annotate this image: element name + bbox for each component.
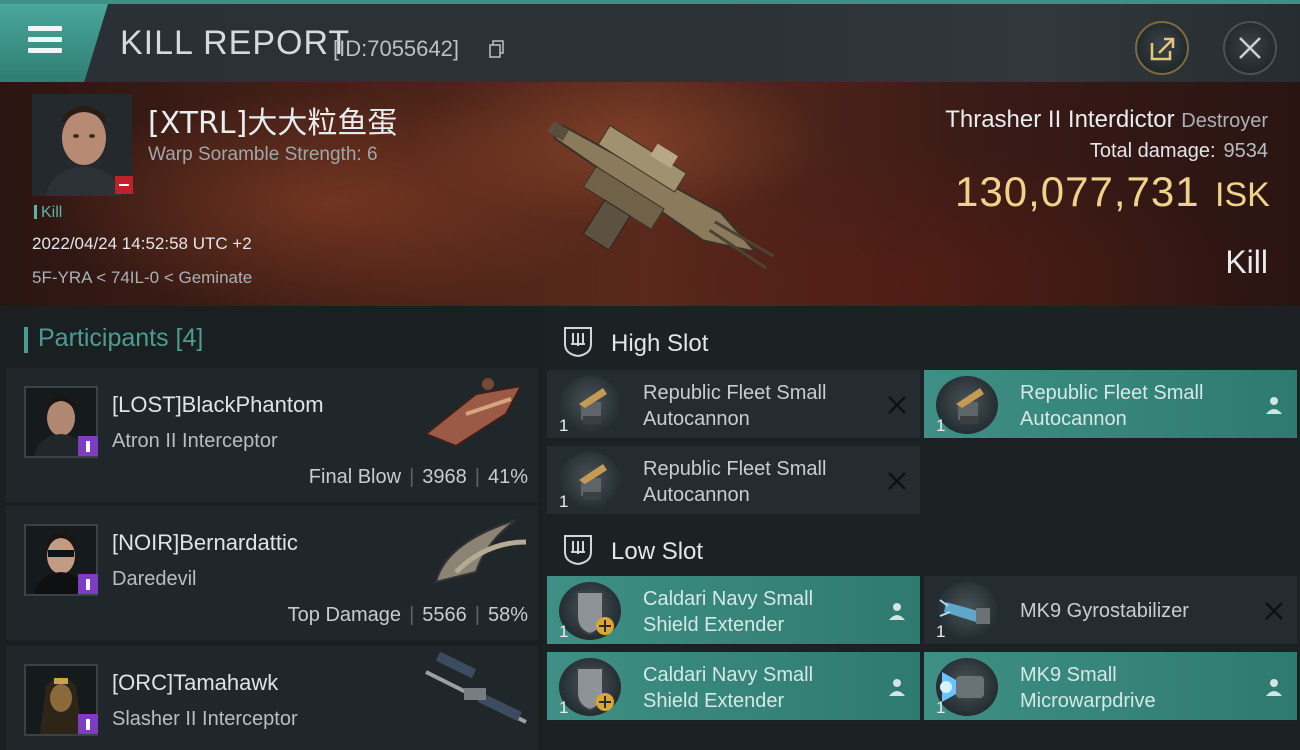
module-item[interactable]: 1 MK9 Gyrostabilizer xyxy=(924,576,1297,646)
module-name: MK9 Gyrostabilizer xyxy=(1020,600,1189,622)
participant-stats: Top Damage | 5566 | 58% xyxy=(287,604,528,626)
module-item[interactable]: 1 Republic Fleet Small Autocannon xyxy=(547,446,920,516)
close-button[interactable] xyxy=(1223,21,1277,75)
report-id: [ID:7055642] xyxy=(333,36,459,61)
low-slot-icon xyxy=(564,535,592,566)
info-badge-icon xyxy=(78,574,98,594)
low-slot-header: Low Slot xyxy=(561,532,703,566)
ship-class: Destroyer xyxy=(1181,110,1268,132)
destroyed-x-icon xyxy=(888,396,906,414)
high-slot-label: High Slot xyxy=(611,330,709,357)
page-title: KILL REPORT xyxy=(120,24,351,62)
participant-damage: 5566 xyxy=(422,604,467,626)
isk-unit: ISK xyxy=(1215,176,1270,214)
participant-card[interactable]: [ORC]Tamahawk Slasher II Interceptor xyxy=(6,646,538,750)
participant-ship: Atron II Interceptor xyxy=(112,430,278,452)
top-bar: KILL REPORT [ID:7055642] xyxy=(0,0,1300,82)
victim-ship-name[interactable]: Thrasher II Interdictor Destroyer xyxy=(945,106,1268,134)
total-damage-value: 9534 xyxy=(1223,140,1269,162)
participant-ship-image xyxy=(434,519,527,584)
victim-ship-image[interactable] xyxy=(520,90,790,300)
module-quantity: 1 xyxy=(559,622,569,641)
victim-status-badge xyxy=(115,176,133,194)
destroyed-x-icon xyxy=(1265,602,1283,620)
isk-value: 130,077,731 xyxy=(955,168,1200,215)
participant-damage: 3968 xyxy=(422,466,467,488)
menu-button[interactable] xyxy=(0,4,108,82)
participant-ship: Daredevil xyxy=(112,568,197,590)
module-item[interactable]: 1 Caldari Navy Small Shield Extender xyxy=(547,652,920,722)
participant-card[interactable]: [NOIR]Bernardattic Daredevil Top Damage |… xyxy=(6,506,538,640)
module-quantity: 1 xyxy=(936,416,946,435)
module-quantity: 1 xyxy=(936,698,946,717)
participant-percent: 58% xyxy=(487,604,528,626)
copy-icon[interactable] xyxy=(489,40,505,58)
info-badge-icon xyxy=(78,436,98,456)
kill-location[interactable]: 5F-YRA < 74IL-0 < Geminate xyxy=(32,268,252,288)
ship-type-name: Thrasher II Interdictor xyxy=(945,106,1175,133)
module-quantity: 1 xyxy=(936,622,946,641)
dropped-person-icon xyxy=(889,679,905,696)
total-damage: Total damage: 9534 xyxy=(1090,140,1268,163)
module-item[interactable]: 1 Republic Fleet Small Autocannon xyxy=(924,370,1297,440)
participants-header: Participants [4] xyxy=(23,324,203,353)
module-name: Republic Fleet Small Autocannon xyxy=(643,458,827,506)
fitting-panel: High Slot 1 Republic Fleet Small Autocann… xyxy=(543,306,1300,750)
share-icon xyxy=(1150,37,1175,61)
module-quantity: 1 xyxy=(559,416,569,435)
module-item[interactable]: 1 Caldari Navy Small Shield Extender xyxy=(547,576,920,646)
participant-ship: Slasher II Interceptor xyxy=(112,708,298,730)
participant-percent: 41% xyxy=(487,466,528,488)
participant-ship-image xyxy=(424,378,523,448)
close-icon xyxy=(1239,37,1261,59)
participant-name[interactable]: [NOIR]Bernardattic xyxy=(112,530,298,556)
kill-datetime: 2022/04/24 14:52:58 UTC +2 xyxy=(32,234,252,253)
module-quantity: 1 xyxy=(559,698,569,717)
participant-card[interactable]: [LOST]BlackPhantom Atron II Interceptor … xyxy=(6,368,538,502)
participant-role: Top Damage xyxy=(287,604,402,626)
total-damage-label: Total damage: xyxy=(1089,140,1216,162)
module-name: MK9 Small Microwarpdrive xyxy=(1020,664,1156,712)
destroyed-x-icon xyxy=(888,472,906,490)
kill-result-label: Kill xyxy=(1225,244,1268,280)
dropped-person-icon xyxy=(1266,397,1282,414)
victim-subtitle: Warp Soramble Strength: 6 xyxy=(148,144,378,165)
module-name: Caldari Navy Small Shield Extender xyxy=(643,588,814,636)
module-name: Caldari Navy Small Shield Extender xyxy=(643,664,814,712)
participant-name[interactable]: [ORC]Tamahawk xyxy=(112,670,278,696)
participant-ship-image xyxy=(425,652,527,724)
module-quantity: 1 xyxy=(559,492,569,511)
info-badge-icon xyxy=(78,714,98,734)
module-item[interactable]: 1 Republic Fleet Small Autocannon xyxy=(547,370,920,440)
module-item[interactable]: 1 MK9 Small Microwarpdrive xyxy=(924,652,1297,722)
high-slot-icon xyxy=(564,327,592,358)
high-slot-header: High Slot xyxy=(561,324,708,358)
module-name: Republic Fleet Small Autocannon xyxy=(643,382,827,430)
kill-tag: Kill xyxy=(34,204,62,222)
participant-role: Final Blow xyxy=(308,466,402,488)
participants-panel: Participants [4] [LOST]BlackPhantom Atro… xyxy=(0,306,543,750)
dropped-person-icon xyxy=(1266,679,1282,696)
low-slot-label: Low Slot xyxy=(611,538,704,565)
share-button[interactable] xyxy=(1135,21,1189,75)
dropped-person-icon xyxy=(889,603,905,620)
participant-name[interactable]: [LOST]BlackPhantom xyxy=(112,392,324,418)
victim-name[interactable]: [XTRL]大大粒鱼蛋 xyxy=(148,98,397,142)
hamburger-menu-icon xyxy=(28,26,62,31)
module-name: Republic Fleet Small Autocannon xyxy=(1020,382,1204,430)
participant-stats: Final Blow | 3968 | 41% xyxy=(308,466,528,488)
